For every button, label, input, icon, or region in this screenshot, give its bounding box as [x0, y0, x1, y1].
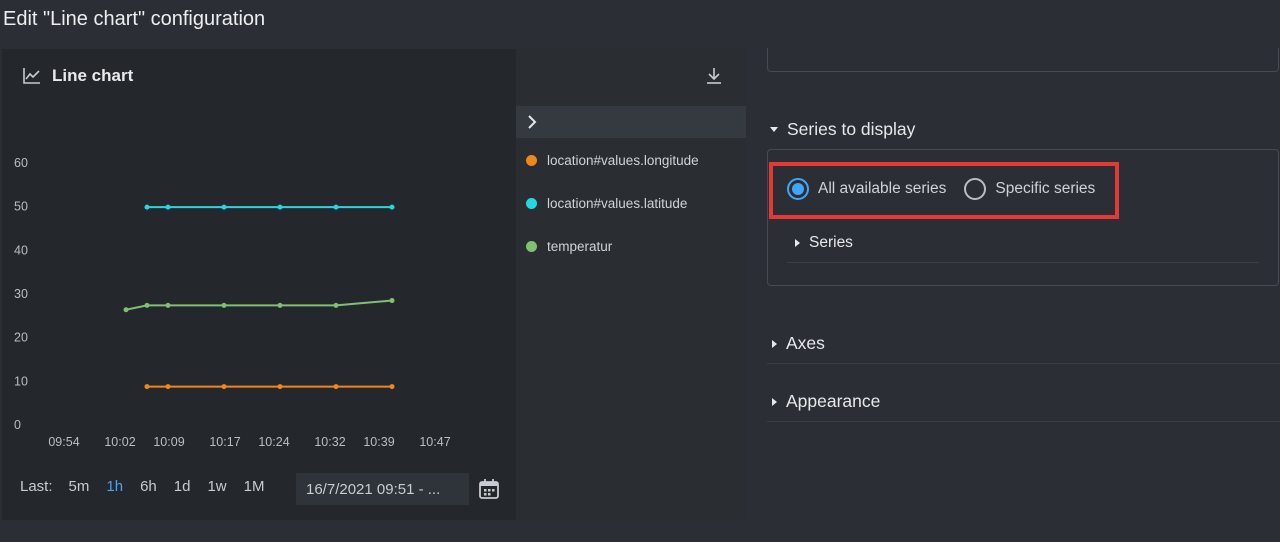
data-point	[144, 204, 150, 210]
data-point	[165, 302, 171, 308]
data-point	[333, 384, 339, 390]
data-point	[333, 302, 339, 308]
caret-right-icon	[795, 239, 800, 247]
divider	[767, 363, 1280, 364]
caret-right-icon	[772, 339, 777, 348]
y-tick-label: 0	[14, 418, 21, 432]
x-tick-label: 09:54	[48, 435, 79, 449]
axes-section-title: Axes	[786, 333, 825, 353]
y-tick-label: 40	[14, 243, 28, 257]
data-point	[123, 307, 129, 313]
data-point	[221, 384, 227, 390]
legend-marker	[526, 241, 537, 252]
legend-item-longitude[interactable]: location#values.longitude	[526, 153, 699, 168]
data-point	[389, 298, 395, 304]
line-chart-plot: 0 10 20 30 40 50 60 09:54 10:02 10:09 10:17 10:24 10…	[14, 156, 451, 449]
range-option-1h[interactable]: 1h	[106, 478, 123, 495]
data-point	[221, 302, 227, 308]
range-option-1M[interactable]: 1M	[244, 478, 265, 495]
range-option-1w[interactable]: 1w	[207, 478, 226, 495]
x-tick-label: 10:09	[153, 435, 184, 449]
legend-marker	[526, 155, 537, 166]
data-point	[144, 384, 150, 390]
data-point	[277, 302, 283, 308]
x-tick-label: 10:17	[209, 435, 240, 449]
legend-item-temperatur[interactable]: temperatur	[526, 239, 612, 254]
y-tick-label: 10	[14, 374, 28, 388]
data-point	[144, 302, 150, 308]
y-tick-label: 30	[14, 287, 28, 301]
date-range-input[interactable]: 16/7/2021 09:51 - ...	[296, 473, 469, 505]
data-point	[165, 384, 171, 390]
legend-item-latitude[interactable]: location#values.latitude	[526, 196, 687, 211]
y-tick-label: 20	[14, 331, 28, 345]
appearance-section-header[interactable]: Appearance	[770, 391, 880, 412]
divider	[787, 262, 1259, 263]
series-section-header[interactable]: Series to display	[770, 119, 915, 140]
series-subsection-title: Series	[809, 234, 853, 251]
range-option-1d[interactable]: 1d	[174, 478, 191, 495]
data-point	[277, 384, 283, 390]
appearance-section-title: Appearance	[786, 391, 881, 411]
x-tick-label: 10:24	[258, 435, 289, 449]
series-section-title: Series to display	[787, 119, 916, 139]
x-tick-label: 10:02	[104, 435, 135, 449]
legend-label: location#values.latitude	[547, 196, 688, 211]
caret-right-icon	[772, 397, 777, 406]
range-option-6h[interactable]: 6h	[140, 478, 157, 495]
chevron-right-icon	[528, 115, 537, 129]
legend-marker	[526, 198, 537, 209]
series-subsection-header[interactable]: Series	[793, 234, 853, 252]
data-point	[389, 384, 395, 390]
x-tick-label: 10:47	[419, 435, 450, 449]
legend-label: temperatur	[547, 239, 613, 254]
data-point	[165, 204, 171, 210]
time-range-bar: Last: 5m 1h 6h 1d 1w 1M	[20, 478, 281, 495]
y-tick-label: 50	[14, 200, 28, 214]
data-point	[221, 204, 227, 210]
previous-section-box	[767, 48, 1279, 72]
range-option-5m[interactable]: 5m	[69, 478, 90, 495]
legend-label: location#values.longitude	[547, 153, 699, 168]
legend-collapse-button[interactable]	[516, 106, 746, 138]
x-tick-label: 10:39	[363, 435, 394, 449]
download-icon[interactable]	[704, 66, 724, 86]
divider	[767, 421, 1280, 422]
calendar-icon[interactable]	[478, 478, 500, 500]
time-range-label: Last:	[20, 478, 53, 495]
y-tick-label: 60	[14, 156, 28, 170]
highlight-box	[769, 162, 1119, 219]
caret-down-icon	[770, 127, 778, 132]
x-tick-label: 10:32	[314, 435, 345, 449]
data-point	[333, 204, 339, 210]
data-point	[389, 204, 395, 210]
axes-section-header[interactable]: Axes	[770, 333, 825, 354]
data-point	[277, 204, 283, 210]
